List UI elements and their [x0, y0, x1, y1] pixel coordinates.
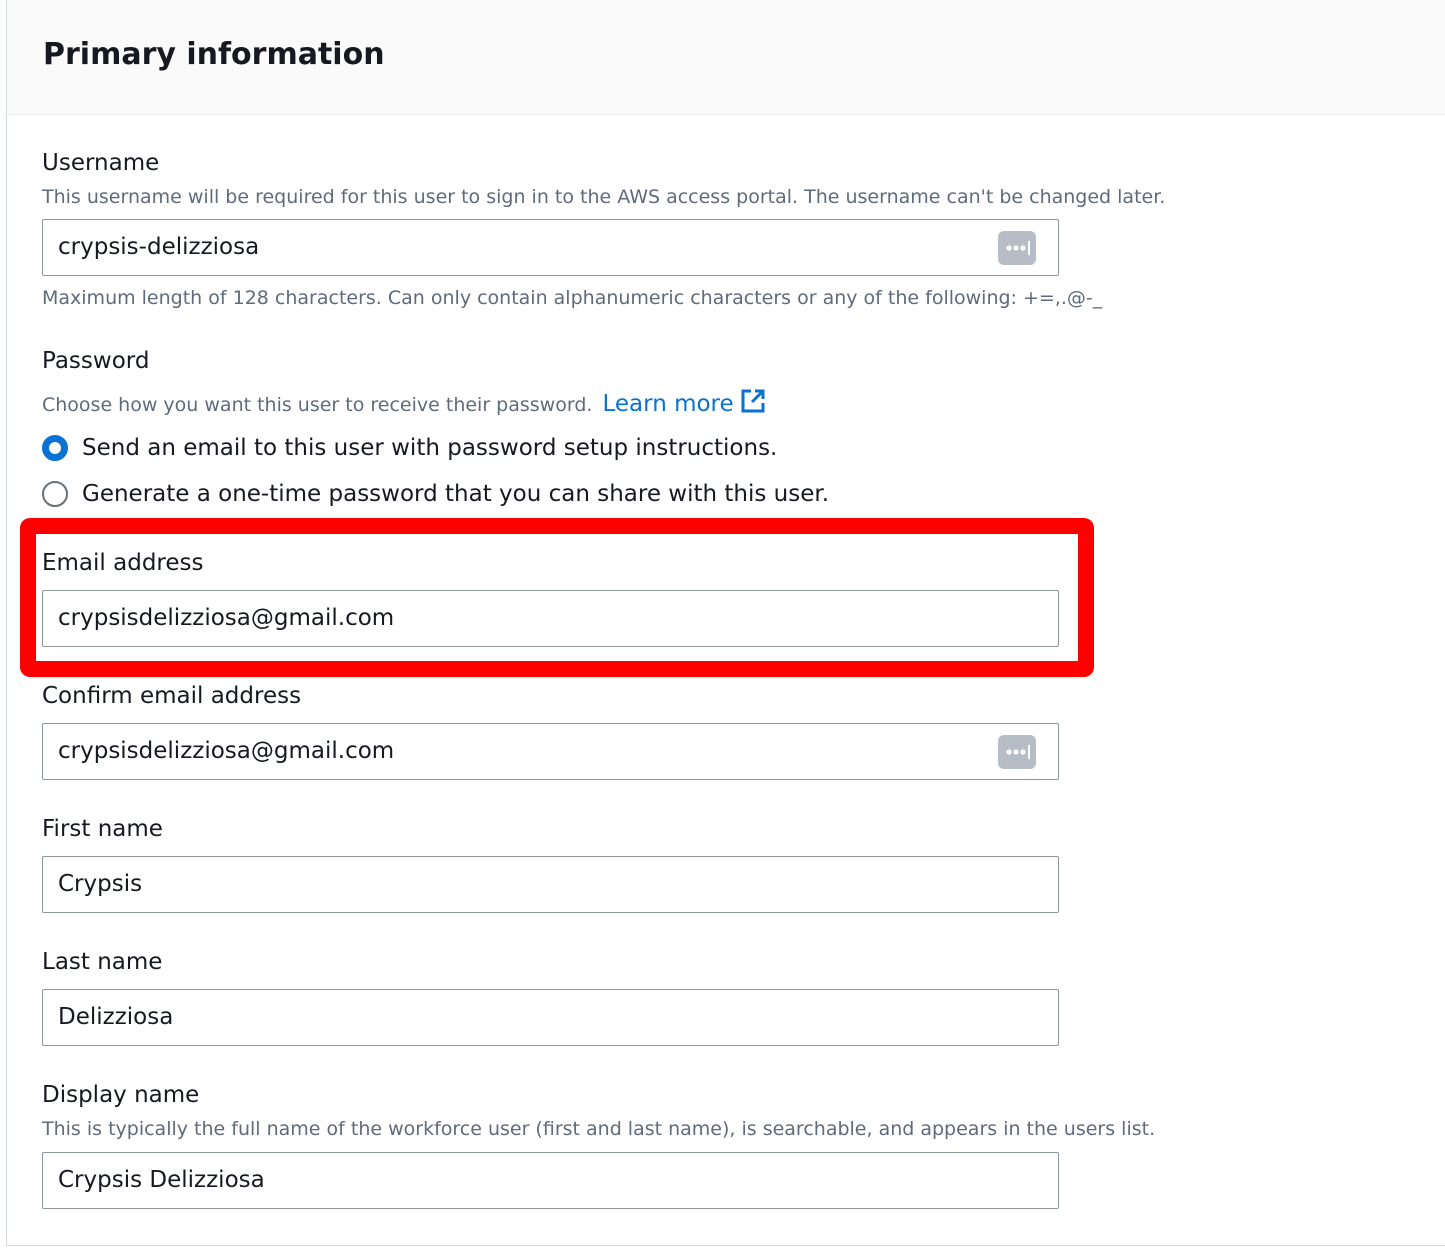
password-manager-icon[interactable]: [998, 231, 1036, 265]
display-name-value: Crypsis Delizziosa: [58, 1167, 265, 1193]
password-description-row: Choose how you want this user to receive…: [42, 388, 766, 418]
radio-one-time-password[interactable]: [42, 481, 68, 507]
last-name-label: Last name: [42, 949, 163, 975]
panel-header: Primary information: [7, 0, 1445, 115]
confirm-email-input[interactable]: crypsisdelizziosa@gmail.com: [42, 723, 1059, 780]
radio-send-email[interactable]: [42, 435, 68, 461]
confirm-email-value: crypsisdelizziosa@gmail.com: [58, 738, 395, 764]
username-value: crypsis-delizziosa: [58, 234, 260, 260]
last-name-input[interactable]: Delizziosa: [42, 989, 1059, 1046]
section-title: Primary information: [43, 37, 385, 72]
display-name-description: This is typically the full name of the w…: [42, 1118, 1156, 1140]
last-name-value: Delizziosa: [58, 1004, 174, 1030]
password-manager-icon[interactable]: [998, 735, 1036, 769]
first-name-label: First name: [42, 816, 163, 842]
email-input[interactable]: crypsisdelizziosa@gmail.com: [42, 590, 1059, 647]
page: Primary information Username This userna…: [0, 0, 1445, 1250]
password-description: Choose how you want this user to receive…: [42, 394, 593, 416]
username-input[interactable]: crypsis-delizziosa: [42, 219, 1059, 276]
username-description: This username will be required for this …: [42, 186, 1166, 208]
email-label: Email address: [42, 550, 204, 576]
first-name-value: Crypsis: [58, 871, 143, 897]
learn-more-label: Learn more: [602, 391, 734, 417]
username-label: Username: [42, 150, 160, 176]
display-name-label: Display name: [42, 1082, 200, 1108]
learn-more-link[interactable]: Learn more: [602, 389, 765, 417]
display-name-input[interactable]: Crypsis Delizziosa: [42, 1152, 1059, 1209]
radio-one-time-password-label: Generate a one-time password that you ca…: [82, 481, 830, 507]
radio-send-email-label: Send an email to this user with password…: [82, 435, 778, 461]
email-value: crypsisdelizziosa@gmail.com: [58, 605, 395, 631]
confirm-email-label: Confirm email address: [42, 683, 302, 709]
first-name-input[interactable]: Crypsis: [42, 856, 1059, 913]
username-constraint: Maximum length of 128 characters. Can on…: [42, 287, 1103, 309]
external-link-icon: [741, 389, 765, 413]
password-label: Password: [42, 348, 150, 374]
